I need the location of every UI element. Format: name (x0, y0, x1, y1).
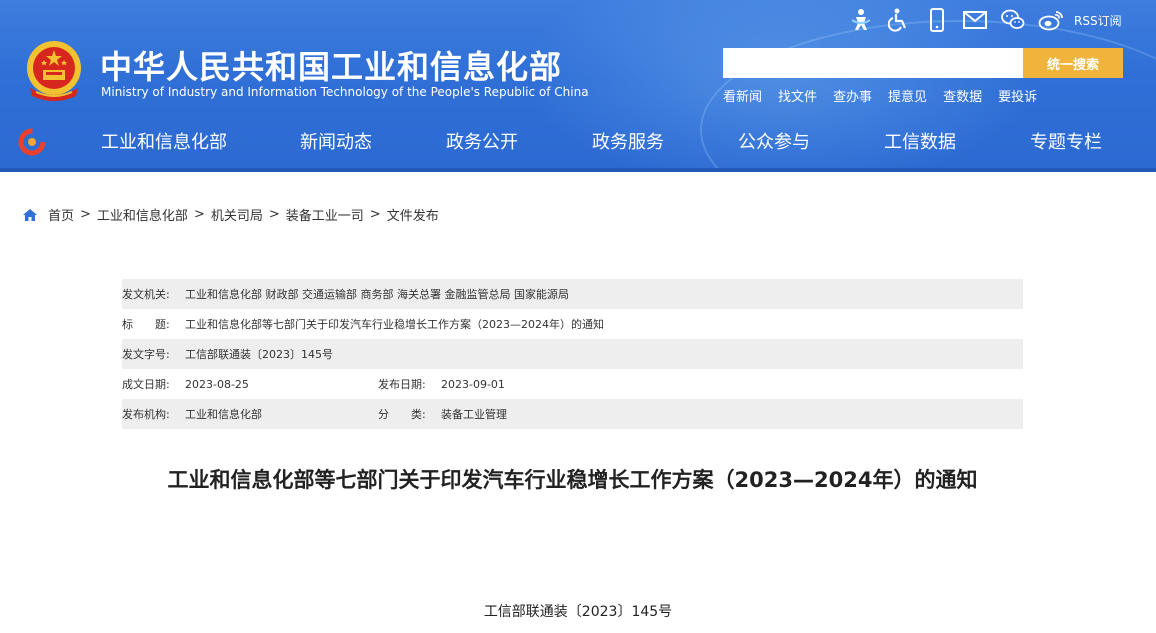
site-title[interactable]: 中华人民共和国工业和信息化部 (100, 42, 562, 88)
accessibility-icon[interactable] (886, 7, 912, 33)
rss-subscribe-link[interactable]: RSS订阅 (1074, 12, 1122, 29)
issuer-label: 发文机关: (122, 288, 170, 301)
category-label: 分 类: (378, 408, 426, 421)
issuer-value: 工业和信息化部 财政部 交通运输部 商务部 海关总署 金融监管总局 国家能源局 (185, 288, 569, 301)
title-value: 工业和信息化部等七部门关于印发汽车行业稳增长工作方案（2023—2024年）的通… (185, 318, 604, 331)
published-date-value: 2023-09-01 (441, 377, 505, 391)
national-emblem-icon[interactable] (22, 38, 86, 104)
home-icon[interactable] (22, 208, 38, 222)
breadcrumb: 首页 > 工业和信息化部 > 机关司局 > 装备工业一司 > 文件发布 (22, 205, 439, 224)
search-input[interactable] (723, 48, 1023, 78)
mail-icon[interactable] (962, 7, 988, 33)
title-label: 标 题: (122, 318, 170, 331)
document-info-table: 发文机关: 工业和信息化部 财政部 交通运输部 商务部 海关总署 金融监管总局 … (122, 279, 1023, 429)
search-button[interactable]: 统一搜索 (1023, 48, 1123, 78)
breadcrumb-home[interactable]: 首页 (48, 205, 74, 224)
document-number: 工信部联通装〔2023〕145号 (483, 604, 673, 620)
org-value: 工业和信息化部 (185, 408, 262, 421)
info-row-title: 标 题: 工业和信息化部等七部门关于印发汽车行业稳增长工作方案（2023—202… (122, 309, 1023, 339)
site-header: 中华人民共和国工业和信息化部 Ministry of Industry and … (0, 0, 1156, 172)
breadcrumb-separator: > (268, 207, 280, 222)
weibo-icon[interactable] (1038, 7, 1064, 33)
info-row-issuer: 发文机关: 工业和信息化部 财政部 交通运输部 商务部 海关总署 金融监管总局 … (122, 279, 1023, 309)
quick-link-complaint[interactable]: 要投诉 (998, 86, 1037, 105)
breadcrumb-departments[interactable]: 机关司局 (211, 205, 263, 224)
wechat-icon[interactable] (1000, 7, 1026, 33)
quick-link-data[interactable]: 查数据 (943, 86, 982, 105)
info-row-org: 发布机构: 工业和信息化部 分 类: 装备工业管理 (122, 399, 1023, 429)
main-nav: 工业和信息化部 新闻动态 政务公开 政务服务 公众参与 工信数据 专题专栏 (0, 120, 1156, 162)
breadcrumb-separator: > (369, 207, 381, 222)
quick-link-documents[interactable]: 找文件 (778, 86, 817, 105)
quick-link-feedback[interactable]: 提意见 (888, 86, 927, 105)
category-value: 装备工业管理 (441, 408, 507, 421)
nav-item-topics[interactable]: 专题专栏 (1030, 128, 1102, 154)
document-title: 工业和信息化部等七部门关于印发汽车行业稳增长工作方案（2023—2024年）的通… (167, 468, 978, 492)
docno-label: 发文字号: (122, 348, 170, 361)
docno-value: 工信部联通装〔2023〕145号 (185, 348, 333, 361)
quick-link-news[interactable]: 看新闻 (723, 86, 762, 105)
org-label: 发布机构: (122, 408, 170, 421)
nav-item-ministry[interactable]: 工业和信息化部 (101, 128, 227, 154)
created-date-label: 成文日期: (122, 378, 170, 391)
created-date-value: 2023-08-25 (185, 377, 249, 391)
breadcrumb-equipment-dept[interactable]: 装备工业一司 (286, 205, 364, 224)
breadcrumb-separator: > (193, 207, 205, 222)
header-bottom-border (0, 168, 1156, 172)
nav-item-data[interactable]: 工信数据 (884, 128, 956, 154)
nav-item-public-participation[interactable]: 公众参与 (738, 128, 810, 154)
elderly-mode-icon[interactable] (848, 7, 874, 33)
breadcrumb-separator: > (80, 207, 91, 222)
quick-links: 看新闻 找文件 查办事 提意见 查数据 要投诉 (723, 86, 1053, 105)
published-date-label: 发布日期: (378, 378, 426, 391)
breadcrumb-document-release[interactable]: 文件发布 (387, 205, 439, 224)
miit-logo-icon[interactable] (18, 128, 46, 156)
quick-link-services[interactable]: 查办事 (833, 86, 872, 105)
info-row-dates: 成文日期: 2023-08-25 发布日期: 2023-09-01 (122, 369, 1023, 399)
nav-item-services[interactable]: 政务服务 (592, 128, 664, 154)
breadcrumb-ministry[interactable]: 工业和信息化部 (97, 205, 188, 224)
top-utility-bar: RSS订阅 (848, 6, 1122, 34)
info-row-docno: 发文字号: 工信部联通装〔2023〕145号 (122, 339, 1023, 369)
nav-item-news[interactable]: 新闻动态 (300, 128, 372, 154)
nav-item-government-affairs[interactable]: 政务公开 (446, 128, 518, 154)
mobile-icon[interactable] (924, 7, 950, 33)
site-title-english[interactable]: Ministry of Industry and Information Tec… (101, 85, 589, 99)
